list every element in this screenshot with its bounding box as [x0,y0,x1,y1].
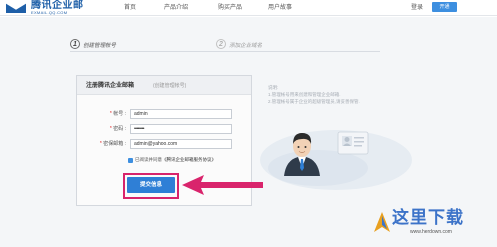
top-nav-bar: 腾讯企业邮 EXMAIL.QQ.COM 首页 产品介绍 购买产品 用户故事 登录… [0,0,497,16]
open-account-button[interactable]: 开通 [432,2,457,12]
steps-divider [70,51,380,52]
submit-button[interactable]: 提交信息 [127,177,175,193]
watermark-url: www.herdown.com [410,229,452,235]
security-email-input[interactable]: admin@yahoo.com [130,139,232,149]
form-subtitle: (创建管理帐号) [153,83,187,89]
form-title: 注册腾讯企业邮箱 [86,83,135,89]
security-email-label: * 密保邮箱 : [99,141,126,147]
nav-home[interactable]: 首页 [124,4,136,12]
tencent-exmail-logo-icon[interactable] [5,2,27,14]
agree-checkbox[interactable] [128,158,133,163]
pointer-arrow-icon [182,175,263,195]
account-label: * 帐号 : [109,111,126,117]
step-number: 2 [216,39,226,49]
nav-buy-product[interactable]: 购买产品 [218,4,242,12]
account-input[interactable]: admin [130,109,232,119]
service-agreement-link[interactable]: 《腾讯企业邮箱服务协议》 [162,157,216,162]
nav-user-stories[interactable]: 用户故事 [268,4,292,12]
logo-subtext: EXMAIL.QQ.COM [31,10,68,15]
password-label: * 密码 : [109,126,126,132]
step-label: 创建管理帐号 [83,43,117,49]
help-line: 1.管理帐号用来创建和管理企业邮箱. [268,92,341,97]
watermark-text: 这里下载 [392,208,464,228]
step-number: 1 [70,39,80,49]
password-input[interactable]: •••••••• [130,124,232,134]
agree-text: 已阅读并同意《腾讯企业邮箱服务协议》 [135,157,216,162]
login-link[interactable]: 登录 [411,4,423,12]
registration-steps: 1 创建管理帐号 2 添加企业域名 [70,38,400,52]
admin-illustration [260,130,412,190]
step-label: 添加企业域名 [229,43,263,49]
form-header: 注册腾讯企业邮箱 (创建管理帐号) [77,76,251,95]
help-title: 说明: [268,85,279,90]
herdown-logo-icon [374,212,390,232]
nav-product-intro[interactable]: 产品介绍 [164,4,188,12]
